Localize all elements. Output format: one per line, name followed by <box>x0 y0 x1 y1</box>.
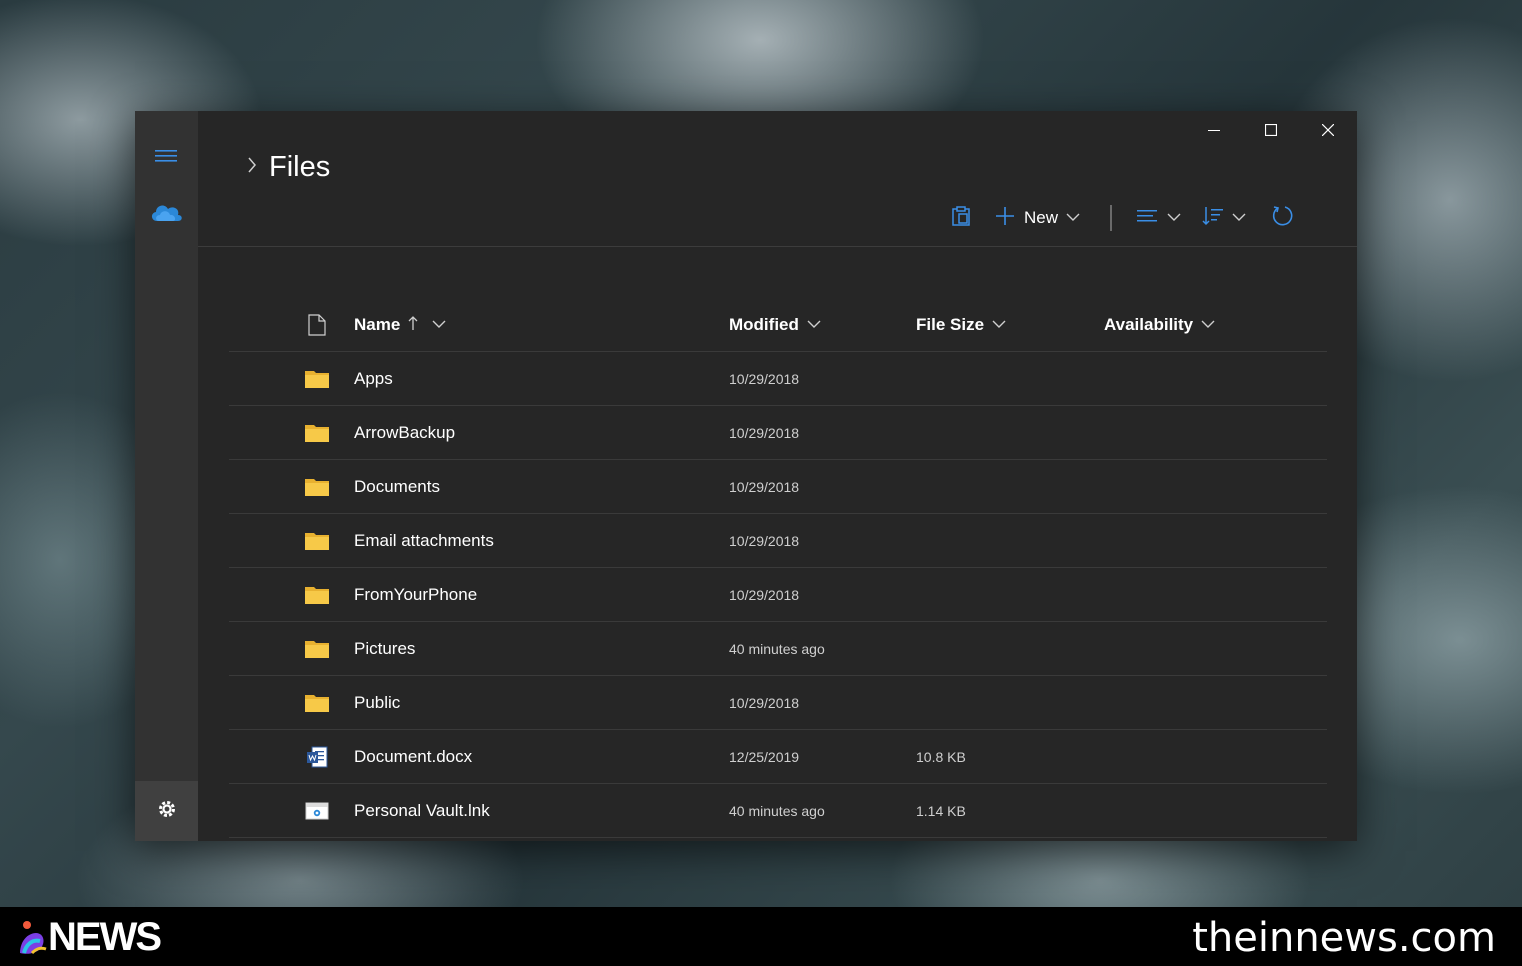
file-modified: 40 minutes ago <box>729 802 825 819</box>
table-row[interactable]: Apps 10/29/2018 <box>229 352 1327 406</box>
close-icon <box>1321 123 1335 141</box>
file-type-column-icon[interactable] <box>303 299 331 351</box>
shortcut-file-icon <box>303 784 331 837</box>
maximize-icon <box>1264 123 1278 141</box>
chevron-down-icon <box>1167 209 1181 227</box>
chevron-down-icon <box>432 316 446 334</box>
table-row[interactable]: Personal Vault.lnk 40 minutes ago 1.14 K… <box>229 784 1327 838</box>
chevron-down-icon <box>1232 209 1246 227</box>
table-row[interactable]: Pictures 40 minutes ago <box>229 622 1327 676</box>
watermark-banner: NEWS theinnews.com <box>0 907 1522 966</box>
folder-icon <box>303 514 331 567</box>
table-row[interactable]: Documents 10/29/2018 <box>229 460 1327 514</box>
file-name: Documents <box>354 476 440 496</box>
sort-ascending-icon <box>408 315 418 336</box>
view-options-button[interactable] <box>1137 203 1181 233</box>
file-modified: 10/29/2018 <box>729 694 800 711</box>
minimize-icon <box>1208 123 1220 141</box>
table-row[interactable]: Email attachments 10/29/2018 <box>229 514 1327 568</box>
onedrive-cloud-icon[interactable] <box>149 199 183 223</box>
folder-icon <box>303 406 331 459</box>
chevron-down-icon <box>1201 316 1215 334</box>
file-modified: 10/29/2018 <box>729 478 800 495</box>
settings-button[interactable] <box>135 781 198 841</box>
file-name: Apps <box>354 368 393 388</box>
list-header: Name Modified File Size Availability <box>229 299 1327 352</box>
toolbar-separator <box>198 246 1357 247</box>
innews-logo-text: NEWS <box>48 914 162 959</box>
onedrive-window: Files New Name Modified File Size Availa… <box>135 111 1357 841</box>
innews-logo-mark-icon <box>20 921 47 955</box>
sort-icon <box>1202 206 1224 231</box>
plus-icon <box>995 206 1015 231</box>
close-button[interactable] <box>1300 111 1356 153</box>
breadcrumb: Files <box>247 151 330 184</box>
chevron-down-icon <box>1066 209 1080 227</box>
new-button[interactable]: New <box>995 203 1080 233</box>
folder-icon <box>303 676 331 729</box>
list-view-icon <box>1137 208 1159 229</box>
toolbar-divider <box>1110 205 1112 231</box>
innews-logo: NEWS <box>18 914 162 959</box>
gear-icon <box>157 799 177 824</box>
chevron-down-icon <box>992 316 1006 334</box>
name-column-header[interactable]: Name <box>354 299 446 351</box>
maximize-button[interactable] <box>1243 111 1299 153</box>
table-row[interactable]: Document.docx 12/25/2019 10.8 KB <box>229 730 1327 784</box>
table-row[interactable]: ArrowBackup 10/29/2018 <box>229 406 1327 460</box>
file-name: Email attachments <box>354 530 494 550</box>
site-url: theinnews.com <box>1192 915 1496 961</box>
file-modified: 10/29/2018 <box>729 424 800 441</box>
file-size: 10.8 KB <box>916 748 966 765</box>
folder-icon <box>303 352 331 405</box>
file-name: Document.docx <box>354 746 473 766</box>
folder-icon <box>303 460 331 513</box>
availability-column-header[interactable]: Availability <box>1104 299 1215 351</box>
file-modified: 10/29/2018 <box>729 586 800 603</box>
file-list: Name Modified File Size Availability App… <box>229 299 1327 838</box>
modified-column-header[interactable]: Modified <box>729 299 821 351</box>
file-modified: 12/25/2019 <box>729 748 800 765</box>
file-name: FromYourPhone <box>354 584 478 604</box>
refresh-icon <box>1271 204 1295 233</box>
file-name: Personal Vault.lnk <box>354 800 490 820</box>
page-title: Files <box>269 151 331 183</box>
file-name: Pictures <box>354 638 416 658</box>
file-size-column-header[interactable]: File Size <box>916 299 1006 351</box>
chevron-right-icon[interactable] <box>247 157 257 178</box>
file-name: Public <box>354 692 401 712</box>
table-row[interactable]: Public 10/29/2018 <box>229 676 1327 730</box>
clipboard-icon <box>950 205 972 232</box>
word-document-icon <box>303 730 331 783</box>
hamburger-menu-icon[interactable] <box>155 148 177 164</box>
folder-icon <box>303 568 331 621</box>
minimize-button[interactable] <box>1186 111 1242 153</box>
file-modified: 40 minutes ago <box>729 640 825 657</box>
paste-button[interactable] <box>950 203 972 233</box>
file-size: 1.14 KB <box>916 802 966 819</box>
new-button-label: New <box>1024 208 1059 227</box>
refresh-button[interactable] <box>1271 203 1295 233</box>
file-modified: 10/29/2018 <box>729 370 800 387</box>
file-modified: 10/29/2018 <box>729 532 800 549</box>
table-row[interactable]: FromYourPhone 10/29/2018 <box>229 568 1327 622</box>
chevron-down-icon <box>807 316 821 334</box>
folder-icon <box>303 622 331 675</box>
sort-button[interactable] <box>1202 203 1246 233</box>
nav-rail <box>135 111 198 841</box>
file-name: ArrowBackup <box>354 422 456 442</box>
